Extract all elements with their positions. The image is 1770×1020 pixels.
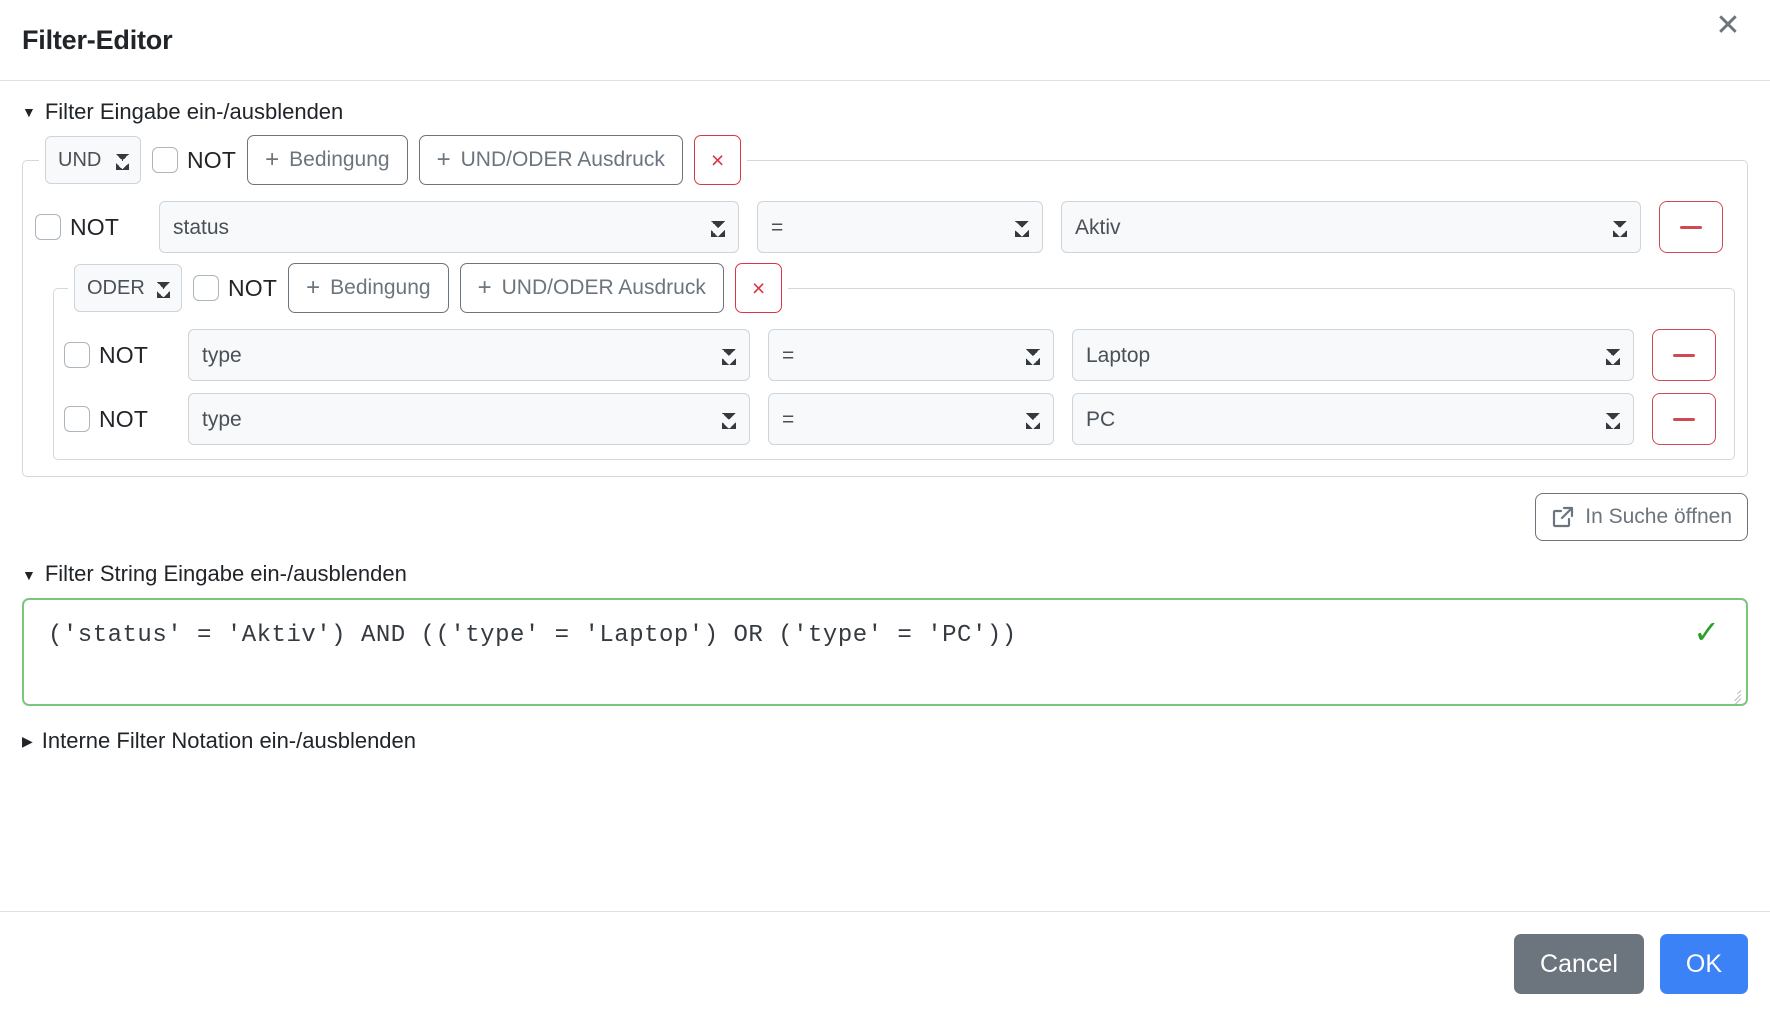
ok-button[interactable]: OK [1659, 934, 1748, 994]
filter-group-root-toolbar: UNDODER NOT + Bedingung + UND/ODER Ausdr… [39, 135, 747, 186]
root-remove-group-button[interactable]: × [693, 135, 742, 186]
minus-icon [1673, 353, 1695, 358]
nested-group-not-label: NOT [228, 274, 278, 301]
toggle-filter-input-section[interactable]: ▼ Filter Eingabe ein-/ausblenden [22, 99, 1748, 125]
condition-not-checkbox[interactable] [35, 214, 61, 241]
nested-remove-group-button[interactable]: × [734, 263, 783, 314]
condition-value-select[interactable]: LaptopPC [1072, 393, 1634, 446]
root-group-not-toggle[interactable]: NOT [152, 147, 236, 174]
condition-not-checkbox[interactable] [64, 406, 90, 433]
open-in-search-button[interactable]: In Suche öffnen [1535, 493, 1748, 542]
open-in-search-row: In Suche öffnen [22, 493, 1748, 542]
nested-group-not-checkbox[interactable] [193, 275, 219, 302]
nested-add-condition-button[interactable]: + Bedingung [288, 263, 449, 314]
root-group-operator-select[interactable]: UNDODER [45, 136, 141, 185]
filter-group-nested: UNDODER NOT + Bedingung + UND/ODER Ausdr… [53, 263, 1735, 461]
plus-icon: + [306, 274, 321, 302]
condition-remove-button[interactable] [1659, 201, 1723, 254]
plus-icon: + [436, 146, 451, 174]
root-add-group-button[interactable]: + UND/ODER Ausdruck [418, 135, 683, 186]
condition-not-toggle[interactable]: NOT [64, 342, 188, 369]
chevron-down-icon: ▼ [22, 566, 36, 583]
chevron-down-icon: ▼ [22, 104, 36, 121]
internal-notation-section-label: Interne Filter Notation ein-/ausblenden [41, 727, 417, 753]
plus-icon: + [265, 146, 280, 174]
root-add-condition-button[interactable]: + Bedingung [247, 135, 408, 186]
plus-icon: + [477, 274, 492, 302]
dialog-footer: Cancel OK [0, 911, 1770, 1020]
condition-remove-button[interactable] [1652, 393, 1716, 446]
open-in-search-label: In Suche öffnen [1585, 505, 1732, 529]
condition-comparator-select[interactable]: =!=<> [768, 393, 1054, 446]
toggle-internal-notation-section[interactable]: ▶ Interne Filter Notation ein-/ausblende… [22, 728, 1748, 754]
condition-not-label: NOT [99, 405, 149, 432]
root-add-condition-label: Bedingung [289, 148, 390, 172]
nested-group-operator-select[interactable]: UNDODER [74, 264, 182, 313]
condition-field-select[interactable]: statustype [159, 201, 739, 254]
condition-row: NOT statustype =!=<> LaptopPC [64, 329, 1724, 382]
filter-input-section-label: Filter Eingabe ein-/ausblenden [44, 99, 344, 124]
condition-comparator-select[interactable]: =!=<> [757, 201, 1043, 254]
minus-icon [1680, 225, 1702, 230]
toggle-filter-string-section[interactable]: ▼ Filter String Eingabe ein-/ausblenden [22, 561, 1748, 587]
internal-notation-section: ▶ Interne Filter Notation ein-/ausblende… [22, 728, 1748, 754]
filter-editor-dialog: Filter-Editor ✕ ▼ Filter Eingabe ein-/au… [0, 0, 1770, 1020]
root-group-not-label: NOT [187, 146, 237, 173]
root-group-not-checkbox[interactable] [152, 147, 178, 174]
root-add-group-label: UND/ODER Ausdruck [460, 148, 665, 172]
close-icon[interactable]: ✕ [1708, 6, 1748, 46]
condition-comparator-select[interactable]: =!=<> [768, 329, 1054, 382]
nested-group-toolbar: UNDODER NOT + Bedingung + UND/ODER Ausdr… [68, 263, 788, 314]
filter-string-input[interactable]: ('status' = 'Aktiv') AND (('type' = 'Lap… [24, 600, 1746, 651]
external-link-icon [1553, 507, 1574, 528]
condition-value-select[interactable]: LaptopPC [1072, 329, 1634, 382]
filter-group-root: UNDODER NOT + Bedingung + UND/ODER Ausdr… [22, 135, 1748, 478]
condition-not-label: NOT [99, 341, 149, 368]
condition-remove-button[interactable] [1652, 329, 1716, 382]
resize-handle-icon[interactable] [1727, 686, 1743, 704]
filter-string-textarea-wrapper: ('status' = 'Aktiv') AND (('type' = 'Lap… [22, 597, 1748, 706]
minus-icon [1673, 417, 1695, 422]
dialog-header: Filter-Editor ✕ [0, 0, 1770, 81]
cancel-button[interactable]: Cancel [1514, 934, 1644, 994]
condition-field-select[interactable]: statustype [188, 393, 750, 446]
filter-string-section: ▼ Filter String Eingabe ein-/ausblenden … [22, 561, 1748, 706]
chevron-right-icon: ▶ [22, 732, 33, 749]
nested-group-not-toggle[interactable]: NOT [193, 275, 277, 302]
nested-add-group-label: UND/ODER Ausdruck [501, 276, 706, 300]
condition-value-select[interactable]: AktivInaktiv [1061, 201, 1641, 254]
condition-row: NOT statustype =!=<> AktivInaktiv [35, 201, 1735, 254]
condition-field-select[interactable]: statustype [188, 329, 750, 382]
condition-not-toggle[interactable]: NOT [64, 406, 188, 433]
condition-row: NOT statustype =!=<> LaptopPC [64, 393, 1724, 446]
dialog-body: ▼ Filter Eingabe ein-/ausblenden UNDODER… [0, 81, 1770, 911]
condition-not-checkbox[interactable] [64, 342, 90, 369]
nested-add-group-button[interactable]: + UND/ODER Ausdruck [459, 263, 724, 314]
page-title: Filter-Editor [22, 24, 173, 55]
condition-not-label: NOT [70, 213, 120, 240]
nested-add-condition-label: Bedingung [330, 276, 431, 300]
filter-string-section-label: Filter String Eingabe ein-/ausblenden [44, 561, 407, 587]
valid-check-icon: ✓ [1693, 613, 1720, 650]
condition-not-toggle[interactable]: NOT [35, 214, 159, 241]
